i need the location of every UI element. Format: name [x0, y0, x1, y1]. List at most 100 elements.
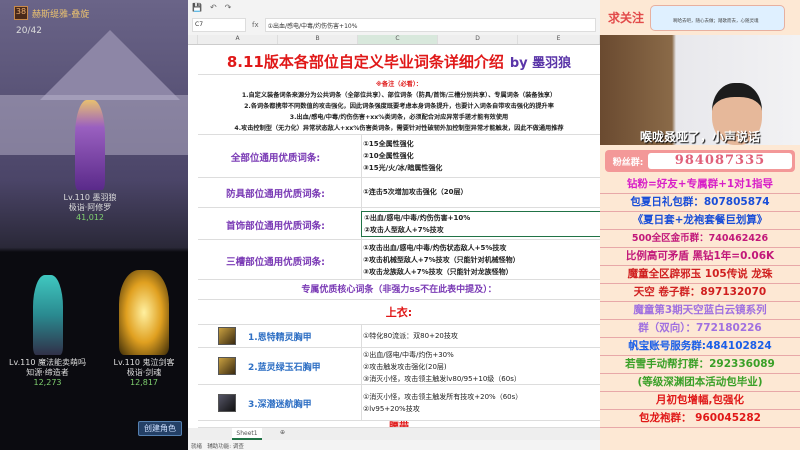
section-value: ②攻击机械型敌人+7%技攻（只能针对机械怪物）	[363, 256, 520, 264]
ad-line: 若雪手动帮打群：292336089	[600, 356, 800, 374]
status-accessibility[interactable]: 辅助功能: 调查	[207, 444, 244, 450]
fx-icon[interactable]: fx	[252, 21, 259, 29]
note-line: 2.各词条都携带不同数值的攻击强化，因此词条强度既要考虑本身词条提升，也要计入词…	[244, 103, 554, 110]
item-value: ③消灭小怪，攻击领主触发lv80/95+10级（60s）	[363, 375, 521, 383]
save-icon[interactable]: 💾	[192, 3, 202, 12]
section-row: 全部位通用优质词条: ①15全属性强化 ②10全属性强化 ③15光/火/冰/暗属性强化	[198, 135, 600, 178]
character-card[interactable]: Lv.110 墨羽狼 极诣·阿修罗 41,012	[50, 100, 130, 223]
section-label: 防具部位通用优质词条:	[226, 189, 325, 200]
member-count: 20/42	[16, 26, 42, 36]
character-figure	[32, 275, 63, 355]
character-figure	[119, 270, 169, 355]
character-level: Lv.110	[113, 358, 140, 367]
exclusive-header: 专属优质核心词条（非强力ss不在此表中提及）：	[198, 280, 600, 300]
section-label: 全部位通用优质词条:	[230, 153, 321, 164]
ad-list: 钻粉=好友+专属群+1对1指导 包夏日礼包群：807805874 《夏日套+龙袍套餐…	[600, 176, 800, 428]
character-job: 知源·缔造者	[26, 368, 69, 377]
item-row: 3.深潜迷航胸甲 ①消灭小怪，攻击领主触发所有技攻+20%（60s） ②lv95+2…	[198, 385, 600, 421]
column-header[interactable]: B	[278, 35, 358, 44]
item-name: 3.深潜迷航胸甲	[248, 399, 312, 410]
profile-card: 啊哈去吧，随心去做；踏歌而去，心随灵魂	[650, 4, 786, 31]
fan-group-number: 984087335	[648, 153, 792, 169]
stream-overlay: 求关注 啊哈去吧，随心去做；踏歌而去，心随灵魂 喉咙叒哑了，小声说话 粉丝群: 98…	[600, 0, 800, 450]
ad-line: 魔童全区辟邪玉 105传说 龙珠	[600, 266, 800, 284]
formula-input[interactable]: ①出血/感电/中毒/灼伤伤害+10%	[264, 18, 596, 32]
item-value: ①消灭小怪，攻击领主触发所有技攻+20%（60s）	[363, 393, 523, 401]
status-bar: 就绪 辅助功能: 调查	[188, 440, 600, 450]
author: by 墨羽狼	[509, 56, 572, 71]
ad-line: 钻粉=好友+专属群+1对1指导	[600, 176, 800, 194]
mountain-background	[40, 30, 180, 100]
column-header[interactable]: D	[438, 35, 518, 44]
notes-header: ※备注（必看）：	[375, 81, 423, 88]
item-row: 1.恩特精灵胸甲 ①特化80流派：双80+20技攻	[198, 325, 600, 348]
section-value: ①攻击出血/感电/中毒/灼伤状态敌人+5%技攻	[363, 244, 507, 252]
character-level: Lv.110	[9, 358, 36, 367]
section-label: 三槽部位通用优质词条:	[226, 257, 325, 268]
ad-line: 魔童第3期天空蓝白云镜系列	[600, 302, 800, 320]
note-line: 1.自定义装备词条来源分为公共词条（全部位共享）、部位词条（防具/首饰/三槽分别…	[241, 92, 557, 99]
item-icon	[218, 394, 236, 412]
character-power: 41,012	[76, 213, 104, 222]
column-header[interactable]: A	[198, 35, 278, 44]
section-value: ①15全属性强化	[363, 140, 414, 148]
formula-bar: C7 fx ①出血/感电/中毒/灼伤伤害+10%	[188, 15, 600, 35]
character-power: 12,273	[33, 378, 62, 387]
character-name: 魔法能卖萌吗	[37, 358, 86, 367]
item-row: 2.蓝灵绿玉石胸甲 ①出血/感电/中毒/灼伤+30% ②攻击触发攻击强化(20层) ③…	[198, 348, 600, 385]
character-card[interactable]: Lv.110 鬼泣剑客 极诣·剑魂 12,817	[100, 270, 188, 388]
ad-line: 《夏日套+龙袍套餐巨划算》	[600, 212, 800, 230]
name-box[interactable]: C7	[192, 18, 246, 32]
column-header[interactable]: E	[518, 35, 600, 44]
character-power: 12,817	[130, 378, 158, 387]
ad-line: 群（双向）：772180226	[600, 320, 800, 338]
title-row: 8.11版本各部位自定义毕业词条详细介绍 by 墨羽狼	[198, 45, 600, 75]
item-name: 2.蓝灵绿玉石胸甲	[248, 362, 321, 373]
redo-icon[interactable]: ↷	[225, 3, 232, 12]
ad-line: 比例高可矛盾 黑钻1年=0.06K	[600, 248, 800, 266]
ad-line: (等级深渊团本活动包毕业)	[600, 374, 800, 392]
ad-line: 包夏日礼包群：807805874	[600, 194, 800, 212]
ad-line: 月初包增幅,包强化	[600, 392, 800, 410]
fan-group-label: 粉丝群:	[612, 157, 644, 168]
column-header[interactable]: C	[358, 35, 438, 44]
item-value: ②lv95+20%技攻	[363, 405, 420, 413]
section-value: ③攻击龙族敌人+7%技攻（只能针对龙族怪物）	[363, 268, 513, 276]
section-value: ①连击5次增加攻击强化（20层）	[363, 188, 468, 196]
belt-header: 腰带	[198, 421, 600, 428]
item-value: ②攻击触发攻击强化(20层)	[363, 363, 447, 371]
ad-line: 帆宝账号服务群:484102824	[600, 338, 800, 356]
status-ready: 就绪	[191, 444, 203, 450]
character-name: 鬼泣剑客	[142, 358, 175, 367]
ad-line: 包龙袍群： 960045282	[600, 410, 800, 428]
section-row: 三槽部位通用优质词条: ①攻击出血/感电/中毒/灼伤状态敌人+5%技攻 ②攻击机械型…	[198, 240, 600, 280]
character-level: Lv.110	[63, 193, 90, 202]
create-character-button[interactable]: 创建角色	[138, 421, 182, 436]
top-header: 上衣:	[198, 300, 600, 325]
section-value: ②攻击人型敌人+7%技攻	[364, 226, 444, 234]
fan-group-box: 粉丝群: 984087335	[605, 150, 795, 172]
add-sheet-icon[interactable]: ⊕	[280, 429, 285, 436]
item-value: ①出血/感电/中毒/灼伤+30%	[363, 351, 454, 359]
selected-cell[interactable]: ①出血/感电/中毒/灼伤伤害+10% ②攻击人型敌人+7%技攻	[361, 211, 606, 237]
item-icon	[218, 357, 236, 375]
guild-name: 赫斯缇雅-叠旋	[32, 9, 90, 20]
note-line: 3.出血/感电/中毒/灼伤伤害+xx%类词条，必须配合对应异常手搓才能有效使用	[289, 114, 509, 121]
ad-line: 500全区金币群：740462426	[600, 230, 800, 248]
item-value: ①特化80流派：双80+20技攻	[363, 332, 458, 340]
ad-line: 天空 卷子群：897132070	[600, 284, 800, 302]
subtitle: 喉咙叒哑了，小声说话	[640, 130, 761, 144]
item-icon	[218, 327, 236, 345]
item-name: 1.恩特精灵胸甲	[248, 332, 312, 343]
column-headers: A B C D E	[188, 35, 600, 45]
undo-icon[interactable]: ↶	[210, 3, 217, 12]
spreadsheet-window: 💾 ↶ ↷ C7 fx ①出血/感电/中毒/灼伤伤害+10% A B C D E 8…	[188, 0, 606, 450]
notes-row: ※备注（必看）： 1.自定义装备词条来源分为公共词条（全部位共享）、部位词条（防…	[198, 75, 600, 135]
section-value: ③15光/火/冰/暗属性强化	[363, 164, 443, 172]
sheet-title: 8.11版本各部位自定义毕业词条详细介绍	[226, 53, 504, 71]
section-row: 首饰部位通用优质词条: ①出血/感电/中毒/灼伤伤害+10% ②攻击人型敌人+7%技…	[198, 208, 606, 240]
sheet-tab[interactable]: Sheet1	[232, 428, 262, 440]
character-card[interactable]: Lv.110 魔法能卖萌吗 知源·缔造者 12,273	[5, 275, 90, 388]
sheet-tabs: Sheet1 ⊕	[188, 428, 600, 440]
character-figure	[75, 100, 105, 190]
